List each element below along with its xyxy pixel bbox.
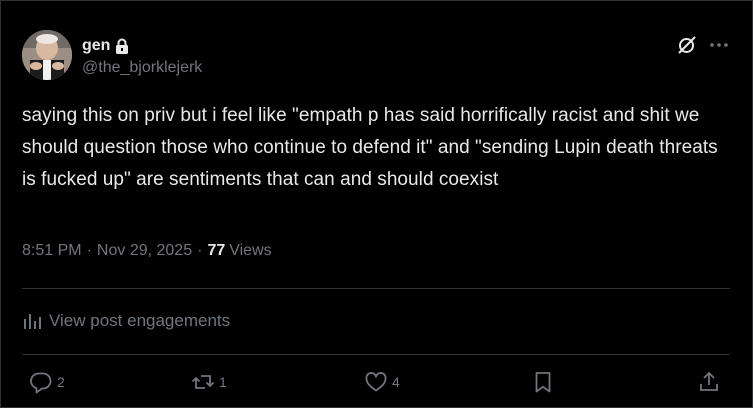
reply-icon [29, 370, 53, 394]
meta-separator: · [86, 242, 92, 259]
bookmark-icon [531, 370, 555, 394]
post-header: gen @the_bjorklejerk [22, 30, 202, 80]
view-engagements-label: View post engagements [49, 311, 231, 330]
author-names: gen @the_bjorklejerk [82, 36, 202, 77]
post-time[interactable]: 8:51 PM [22, 242, 82, 260]
avatar[interactable] [22, 30, 72, 80]
bookmark-button[interactable] [531, 370, 555, 394]
top-actions [677, 35, 729, 55]
post-text: saying this on priv but i feel like "emp… [22, 105, 718, 190]
post-date[interactable]: Nov 29, 2025 [97, 242, 192, 260]
like-count: 4 [392, 374, 400, 390]
reply-button[interactable]: 2 [29, 370, 65, 394]
grok-icon[interactable] [677, 35, 697, 55]
repost-icon [191, 370, 215, 394]
action-bar: 2 1 4 [25, 370, 725, 398]
heart-icon [364, 370, 388, 394]
views-label: Views [229, 242, 272, 259]
view-engagements-link[interactable]: View post engagements [22, 311, 230, 331]
display-name[interactable]: gen [82, 37, 110, 55]
divider [22, 288, 730, 289]
repost-count: 1 [219, 374, 227, 390]
like-button[interactable]: 4 [364, 370, 400, 394]
bar-chart-icon [22, 311, 42, 331]
divider [22, 354, 730, 355]
views-count: 77 [207, 242, 226, 259]
post-meta: 8:51 PM · Nov 29, 2025 · 77 Views [22, 242, 272, 260]
lock-icon [115, 37, 131, 55]
display-name-row: gen [82, 36, 202, 55]
avatar-image [22, 30, 72, 80]
meta-separator: · [197, 242, 203, 259]
reply-count: 2 [57, 374, 65, 390]
author-handle[interactable]: @the_bjorklejerk [82, 59, 202, 77]
more-icon[interactable] [709, 35, 729, 55]
share-icon [697, 370, 721, 394]
share-button[interactable] [697, 370, 721, 394]
repost-button[interactable]: 1 [191, 370, 227, 394]
